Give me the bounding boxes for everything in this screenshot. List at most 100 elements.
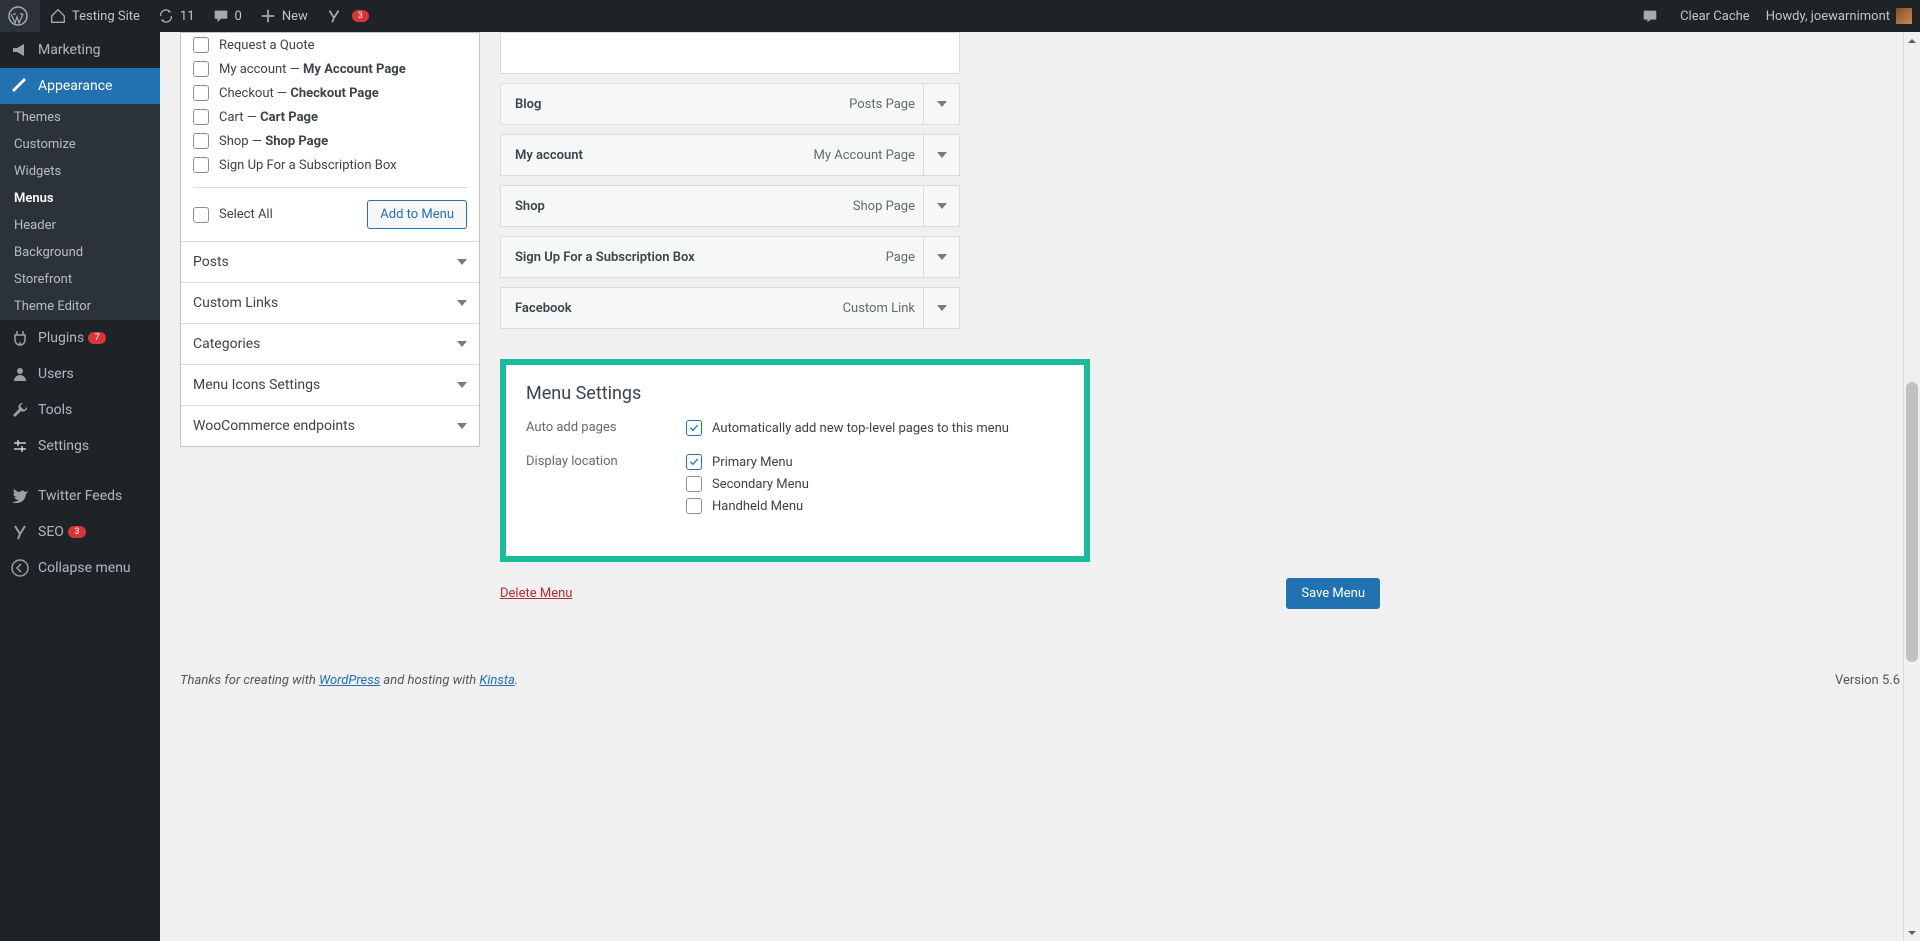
location-secondary-row[interactable]: Secondary Menu xyxy=(686,476,809,492)
comments-link[interactable]: 0 xyxy=(203,0,250,32)
auto-add-checkbox[interactable] xyxy=(686,420,702,436)
chevron-up-icon xyxy=(1908,39,1916,43)
location-handheld-row[interactable]: Handheld Menu xyxy=(686,498,809,514)
submenu-theme-editor[interactable]: Theme Editor xyxy=(0,293,160,320)
kinsta-link[interactable]: Kinsta xyxy=(479,673,514,688)
users-icon xyxy=(10,364,30,384)
menu-item-toggle[interactable] xyxy=(923,237,959,277)
clear-cache-link[interactable]: Clear Cache xyxy=(1672,0,1758,32)
menu-structure-item[interactable]: My accountMy Account Page xyxy=(500,134,960,176)
display-location-label: Display location xyxy=(526,454,686,520)
twitter-icon xyxy=(10,486,30,506)
seo-label: SEO xyxy=(38,524,64,540)
menu-item-title: Blog xyxy=(501,97,849,112)
accordion-categories[interactable]: Categories xyxy=(181,323,479,364)
page-checkbox[interactable] xyxy=(193,61,209,77)
submenu-header[interactable]: Header xyxy=(0,212,160,239)
page-checkbox-row[interactable]: My account — My Account Page xyxy=(193,57,467,81)
page-checkbox-row[interactable]: Shop — Shop Page xyxy=(193,129,467,153)
settings-icon xyxy=(10,436,30,456)
chevron-down-icon xyxy=(937,101,947,107)
menu-structure-item[interactable]: Sign Up For a Subscription BoxPage xyxy=(500,236,960,278)
sidebar-item-twitter[interactable]: Twitter Feeds xyxy=(0,478,160,514)
scrollbar-thumb[interactable] xyxy=(1906,382,1918,662)
accordion-posts[interactable]: Posts xyxy=(181,241,479,282)
plus-icon xyxy=(258,6,278,26)
select-all-checkbox[interactable] xyxy=(193,207,209,223)
submenu-widgets[interactable]: Widgets xyxy=(0,158,160,185)
chevron-down-icon xyxy=(937,203,947,209)
plugins-label: Plugins xyxy=(38,330,84,346)
page-checkbox-row[interactable]: Request a Quote xyxy=(193,33,467,57)
page-label: Request a Quote xyxy=(219,38,315,53)
scroll-up-arrow[interactable] xyxy=(1904,32,1920,49)
yoast-link[interactable]: 3 xyxy=(316,0,377,32)
sidebar-item-appearance[interactable]: Appearance xyxy=(0,68,160,104)
menu-item-toggle[interactable] xyxy=(923,84,959,124)
menu-structure-item[interactable]: BlogPosts Page xyxy=(500,83,960,125)
sidebar-item-seo[interactable]: SEO 3 xyxy=(0,514,160,550)
page-checkbox-row[interactable]: Checkout — Checkout Page xyxy=(193,81,467,105)
chevron-down-icon xyxy=(937,152,947,158)
scroll-down-arrow[interactable] xyxy=(1904,924,1920,941)
chevron-down-icon xyxy=(457,382,467,388)
page-checkbox[interactable] xyxy=(193,133,209,149)
settings-label: Settings xyxy=(38,438,89,454)
sidebar-item-tools[interactable]: Tools xyxy=(0,392,160,428)
wp-logo[interactable] xyxy=(0,0,40,32)
accordion-menu-icons[interactable]: Menu Icons Settings xyxy=(181,364,479,405)
menu-structure-item[interactable]: ShopShop Page xyxy=(500,185,960,227)
location-primary-row[interactable]: Primary Menu xyxy=(686,454,809,470)
admin-sidebar: Marketing Appearance Themes Customize Wi… xyxy=(0,32,160,941)
site-name-link[interactable]: Testing Site xyxy=(40,0,148,32)
page-checkbox-row[interactable]: Cart — Cart Page xyxy=(193,105,467,129)
accordion-custom-links[interactable]: Custom Links xyxy=(181,282,479,323)
delete-menu-link[interactable]: Delete Menu xyxy=(500,586,572,601)
sidebar-item-settings[interactable]: Settings xyxy=(0,428,160,464)
menu-structure-item[interactable] xyxy=(500,32,960,74)
menu-item-title: My account xyxy=(501,148,814,163)
notifications-link[interactable] xyxy=(1632,0,1672,32)
updates-link[interactable]: 11 xyxy=(148,0,203,32)
menu-item-title: Shop xyxy=(501,199,853,214)
auto-add-checkbox-row[interactable]: Automatically add new top-level pages to… xyxy=(686,420,1009,436)
new-content-link[interactable]: New xyxy=(250,0,316,32)
sidebar-item-users[interactable]: Users xyxy=(0,356,160,392)
scrollbar[interactable] xyxy=(1903,32,1920,941)
howdy-text: Howdy, joewarnimont xyxy=(1766,9,1890,24)
wordpress-link[interactable]: WordPress xyxy=(319,673,380,688)
secondary-checkbox[interactable] xyxy=(686,476,702,492)
submenu-background[interactable]: Background xyxy=(0,239,160,266)
handheld-checkbox[interactable] xyxy=(686,498,702,514)
page-checkbox[interactable] xyxy=(193,37,209,53)
save-menu-button[interactable]: Save Menu xyxy=(1286,578,1380,609)
select-all-row[interactable]: Select All xyxy=(193,203,273,227)
seo-icon xyxy=(10,522,30,542)
page-checkbox[interactable] xyxy=(193,157,209,173)
menu-settings-panel: Menu Settings Auto add pages Automatical… xyxy=(500,359,1090,562)
primary-checkbox[interactable] xyxy=(686,454,702,470)
page-checkbox[interactable] xyxy=(193,85,209,101)
appearance-submenu: Themes Customize Widgets Menus Header Ba… xyxy=(0,104,160,320)
submenu-themes[interactable]: Themes xyxy=(0,104,160,131)
submenu-menus[interactable]: Menus xyxy=(0,185,160,212)
menu-item-toggle[interactable] xyxy=(923,288,959,328)
menu-structure-item[interactable]: FacebookCustom Link xyxy=(500,287,960,329)
sidebar-item-marketing[interactable]: Marketing xyxy=(0,32,160,68)
seo-badge: 3 xyxy=(68,526,86,538)
menu-item-toggle[interactable] xyxy=(923,186,959,226)
sidebar-collapse[interactable]: Collapse menu xyxy=(0,550,160,586)
page-checkbox[interactable] xyxy=(193,109,209,125)
submenu-customize[interactable]: Customize xyxy=(0,131,160,158)
accordion-woo[interactable]: WooCommerce endpoints xyxy=(181,405,479,446)
menu-item-type: Custom Link xyxy=(843,301,923,316)
collapse-icon xyxy=(10,558,30,578)
page-checkbox-row[interactable]: Sign Up For a Subscription Box xyxy=(193,153,467,177)
tools-icon xyxy=(10,400,30,420)
menu-item-toggle[interactable] xyxy=(923,135,959,175)
account-link[interactable]: Howdy, joewarnimont xyxy=(1758,0,1920,32)
submenu-storefront[interactable]: Storefront xyxy=(0,266,160,293)
menu-structure-column: BlogPosts Page My accountMy Account Page S… xyxy=(500,32,1900,623)
sidebar-item-plugins[interactable]: Plugins7 xyxy=(0,320,160,356)
add-to-menu-button[interactable]: Add to Menu xyxy=(367,200,467,229)
